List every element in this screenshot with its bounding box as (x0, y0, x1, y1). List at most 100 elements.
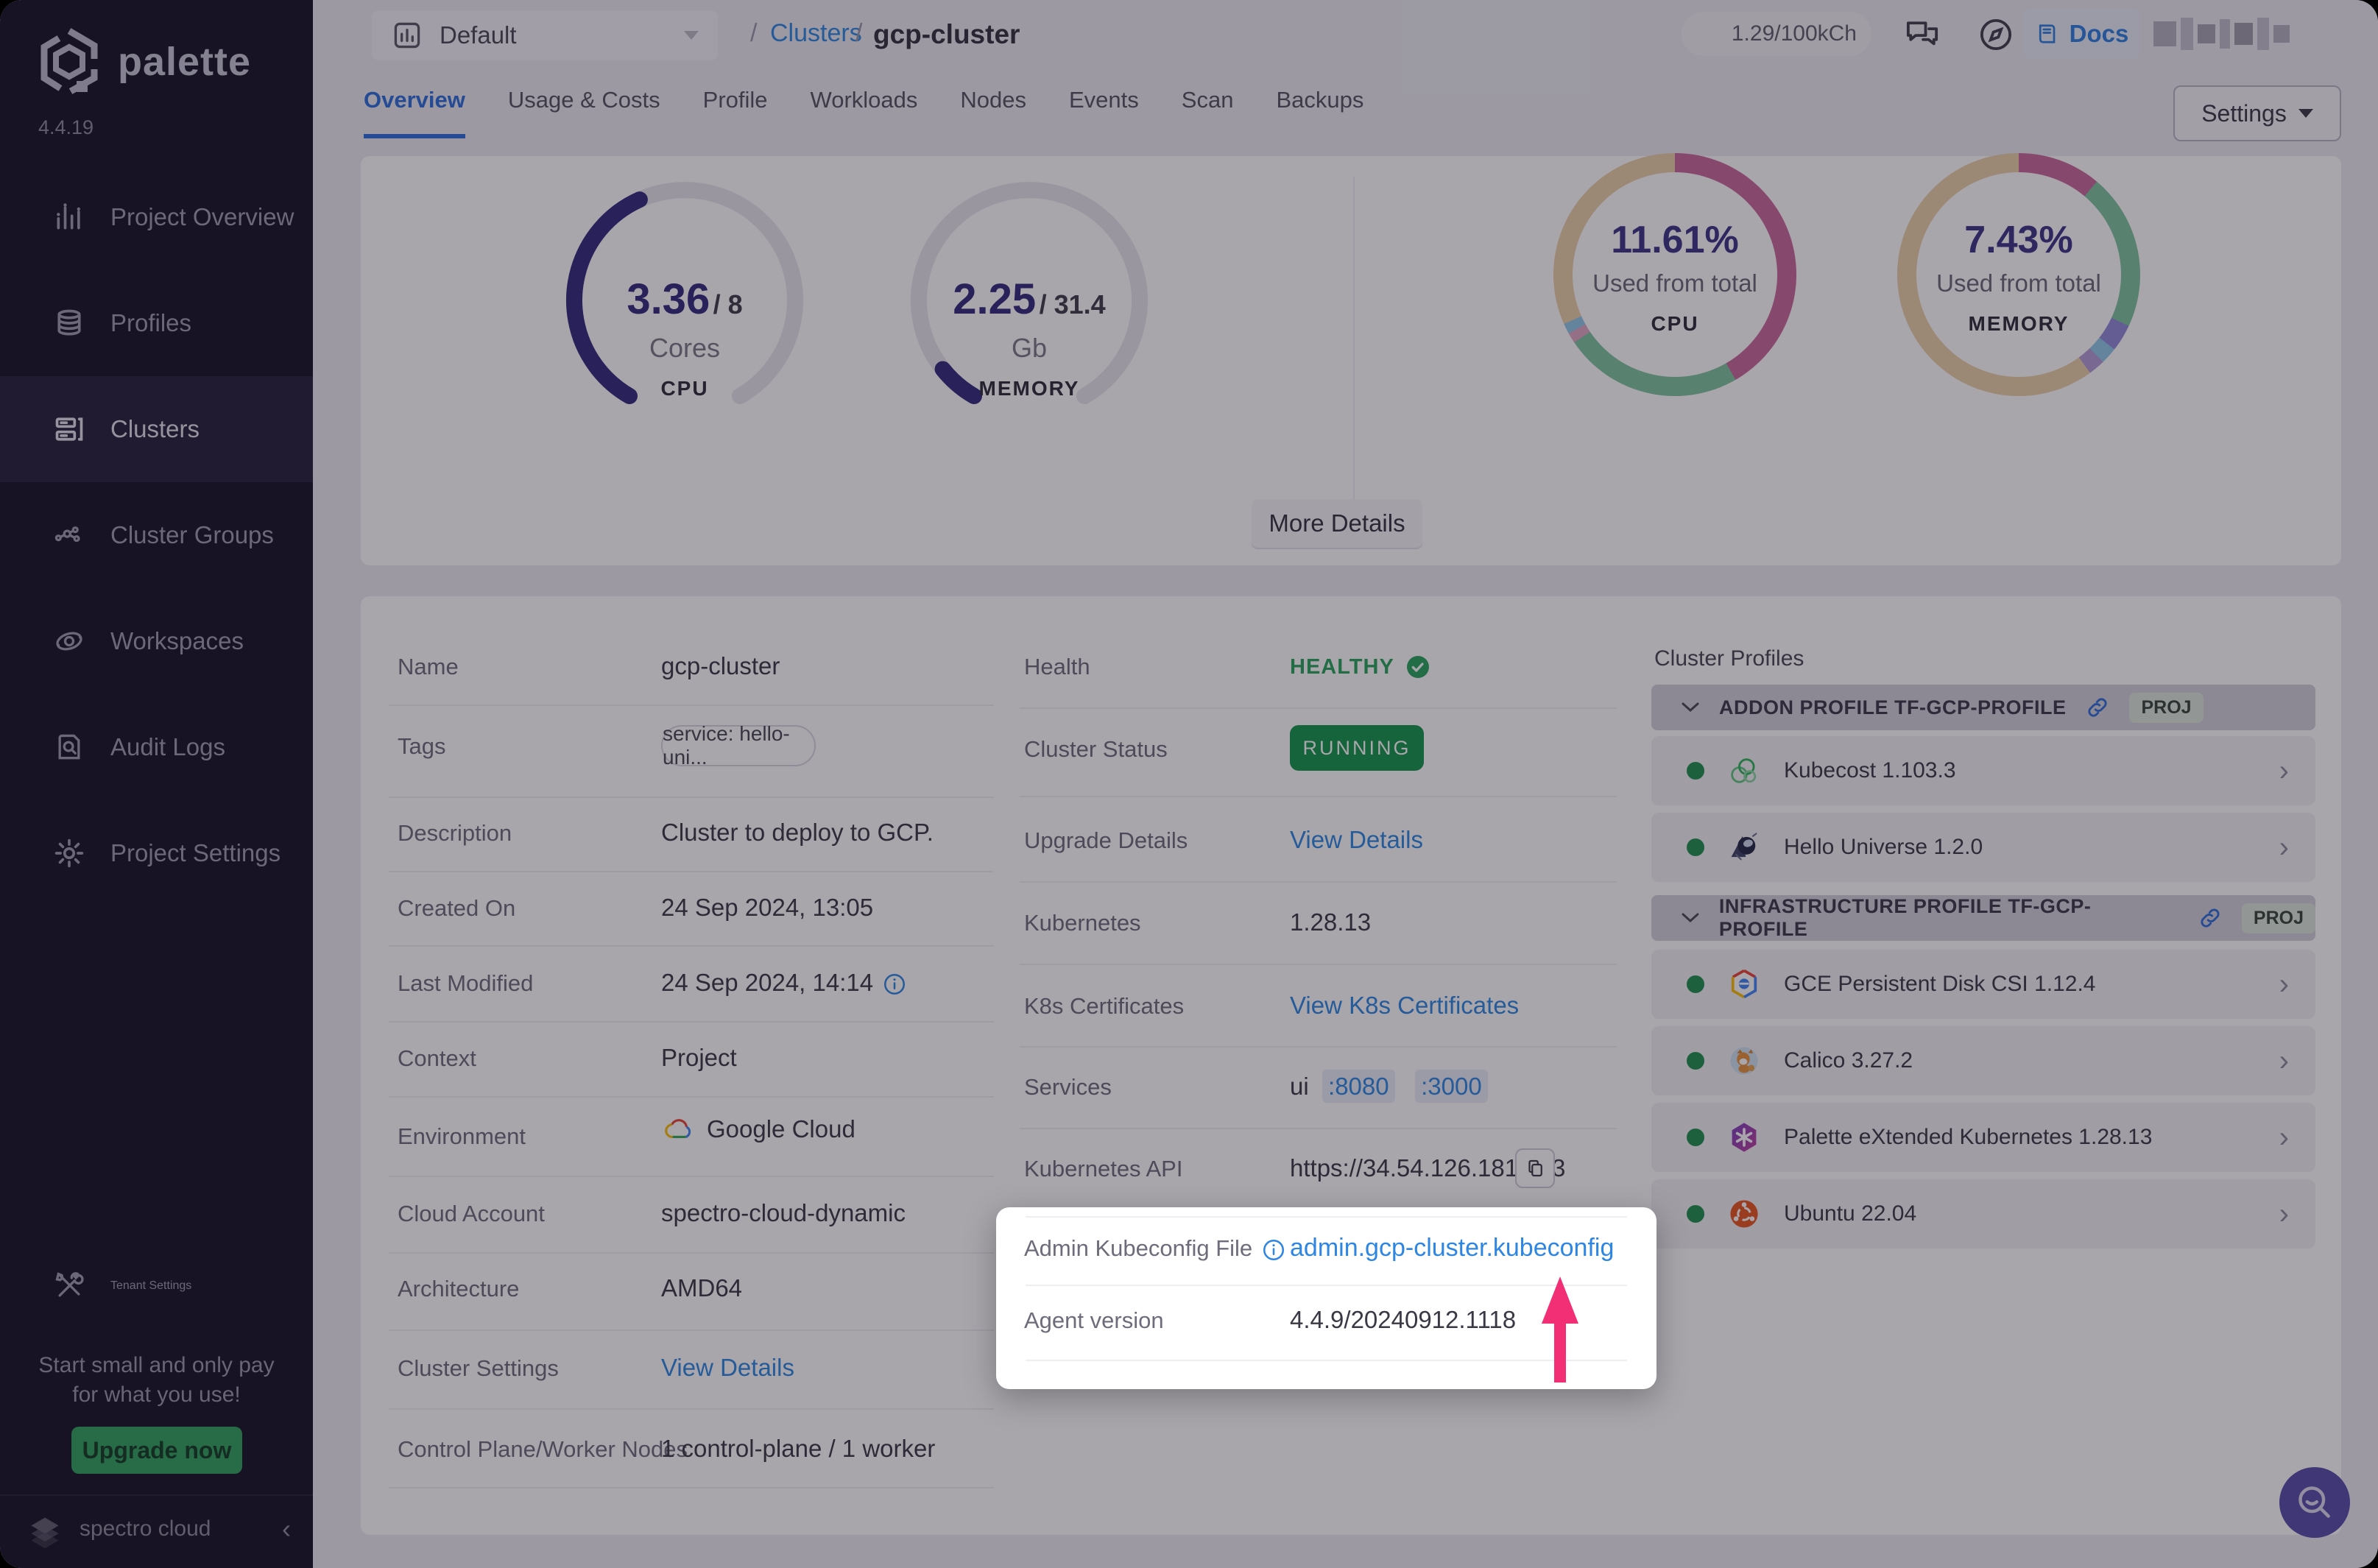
tab-events[interactable]: Events (1069, 87, 1139, 138)
last-modified-value: 24 Sep 2024, 14:14 (661, 969, 907, 997)
docs-label: Docs (2070, 20, 2129, 48)
sidebar-item-clusters[interactable]: Clusters (0, 376, 313, 482)
breadcrumb-current: gcp-cluster (873, 19, 1020, 50)
gear-icon (53, 837, 85, 869)
cluster-tabs: Overview Usage & Costs Profile Workloads… (364, 87, 1363, 138)
sidebar-item-workspaces[interactable]: Workspaces (0, 588, 313, 694)
audit-icon (53, 731, 85, 763)
healthy-check-icon (1405, 654, 1431, 680)
environment-label: Environment (398, 1123, 526, 1150)
gce-disk-logo (1726, 967, 1762, 1002)
tools-icon (53, 1270, 85, 1302)
memory-used-value: 2.25 (953, 275, 1036, 323)
context-label: Context (398, 1045, 476, 1072)
tab-usage-costs[interactable]: Usage & Costs (508, 87, 660, 138)
tab-nodes[interactable]: Nodes (960, 87, 1026, 138)
cluster-profiles-title: Cluster Profiles (1654, 646, 1804, 671)
tab-scan[interactable]: Scan (1182, 87, 1234, 138)
tab-backups[interactable]: Backups (1276, 87, 1363, 138)
sidebar-nav: Project Overview Profiles Clusters Clust… (0, 164, 313, 906)
name-value: gcp-cluster (661, 652, 780, 680)
cloud-account-value: spectro-cloud-dynamic (661, 1199, 906, 1227)
help-compass-icon[interactable] (1976, 15, 2016, 54)
cpu-total-value: / 8 (713, 289, 743, 319)
service-port-8080[interactable]: :8080 (1322, 1070, 1395, 1103)
profile-item-gce-disk[interactable]: GCE Persistent Disk CSI 1.12.4 › (1651, 950, 2315, 1019)
collapse-sidebar-icon[interactable]: ‹ (282, 1514, 291, 1544)
palette-logo-icon (32, 25, 106, 99)
copy-icon (1524, 1157, 1546, 1179)
chevron-right-icon: › (2279, 1045, 2289, 1078)
row-divider (1020, 796, 1617, 797)
info-icon[interactable] (882, 972, 907, 997)
chevron-down-icon (1681, 911, 1700, 925)
cpu-gauge: 3.36 / 8 Cores CPU (560, 175, 810, 425)
sidebar: palette 4.4.19 Project Overview Profiles… (0, 0, 313, 1568)
chevron-down-icon (684, 31, 699, 40)
k8s-certificates-link[interactable]: View K8s Certificates (1290, 992, 1519, 1020)
search-fab-button[interactable] (2279, 1467, 2350, 1538)
sidebar-item-label: Project Overview (110, 203, 294, 231)
description-label: Description (398, 820, 512, 847)
status-dot (1687, 838, 1704, 856)
metrics-divider (1353, 177, 1355, 545)
sidebar-item-cluster-groups[interactable]: Cluster Groups (0, 482, 313, 588)
row-divider (1026, 1216, 1627, 1218)
memory-donut-subtitle: Used from total (1897, 269, 2140, 297)
row-divider (389, 1252, 994, 1254)
service-port-3000[interactable]: :3000 (1415, 1070, 1488, 1103)
tab-overview[interactable]: Overview (364, 87, 465, 138)
docs-button[interactable]: Docs (2023, 9, 2139, 59)
project-selector[interactable]: Default (372, 10, 718, 60)
row-divider (389, 1096, 994, 1098)
k8s-certificates-label: K8s Certificates (1024, 993, 1184, 1020)
kubernetes-api-label: Kubernetes API (1024, 1156, 1182, 1182)
profile-item-calico[interactable]: Calico 3.27.2 › (1651, 1026, 2315, 1095)
upgrade-details-link[interactable]: View Details (1290, 826, 1423, 854)
upgrade-now-button[interactable]: Upgrade now (71, 1427, 242, 1474)
sidebar-item-project-settings[interactable]: Project Settings (0, 800, 313, 906)
sidebar-item-label: Profiles (110, 309, 191, 337)
sidebar-item-tenant-settings[interactable]: Tenant Settings (0, 1233, 313, 1339)
chat-icon[interactable] (1902, 15, 1942, 54)
cpu-donut-percent: 11.61% (1553, 218, 1796, 262)
tab-profile[interactable]: Profile (703, 87, 768, 138)
kubernetes-label: Kubernetes (1024, 910, 1141, 936)
more-details-button[interactable]: More Details (1252, 499, 1422, 548)
search-smile-icon (2296, 1483, 2334, 1522)
sidebar-item-label: Project Settings (110, 839, 281, 867)
layers-icon (53, 307, 85, 339)
copy-api-button[interactable] (1515, 1148, 1555, 1188)
row-divider (389, 945, 994, 947)
chevron-right-icon: › (2279, 968, 2289, 1001)
tab-workloads[interactable]: Workloads (811, 87, 918, 138)
row-divider (389, 1021, 994, 1023)
infrastructure-profile-section-header[interactable]: INFRASTRUCTURE PROFILE TF-GCP-PROFILE PR… (1651, 895, 2315, 941)
info-icon[interactable] (1261, 1237, 1286, 1262)
profile-item-pxk[interactable]: Palette eXtended Kubernetes 1.28.13 › (1651, 1103, 2315, 1172)
cluster-status-badge[interactable]: RUNNING (1290, 725, 1424, 771)
cluster-status-label: Cluster Status (1024, 736, 1168, 763)
profile-item-ubuntu[interactable]: Ubuntu 22.04 › (1651, 1179, 2315, 1249)
sidebar-item-audit-logs[interactable]: Audit Logs (0, 694, 313, 800)
spectro-cloud-logo-icon (22, 1506, 68, 1552)
sidebar-item-profiles[interactable]: Profiles (0, 270, 313, 376)
breadcrumb-clusters-link[interactable]: Clusters (770, 19, 862, 48)
bar-chart-icon (53, 201, 85, 233)
cpu-donut-label: CPU (1553, 312, 1796, 336)
profile-item-kubecost[interactable]: Kubecost 1.103.3 › (1651, 736, 2315, 805)
sidebar-item-label: Tenant Settings (110, 1279, 191, 1293)
status-dot (1687, 975, 1704, 993)
architecture-value: AMD64 (661, 1274, 742, 1302)
profile-item-hello-universe[interactable]: Hello Universe 1.2.0 › (1651, 813, 2315, 882)
breadcrumb-separator2: / (855, 19, 862, 48)
sidebar-divider (0, 1494, 313, 1496)
cluster-settings-link[interactable]: View Details (661, 1354, 794, 1382)
admin-kubeconfig-link[interactable]: admin.gcp-cluster.kubeconfig (1290, 1234, 1614, 1262)
user-account-redacted[interactable] (2153, 16, 2290, 52)
profile-item-name: GCE Persistent Disk CSI 1.12.4 (1784, 972, 2257, 997)
tag-pill[interactable]: service: hello-uni... (661, 725, 816, 766)
sidebar-item-project-overview[interactable]: Project Overview (0, 164, 313, 270)
addon-profile-section-header[interactable]: ADDON PROFILE TF-GCP-PROFILE PROJ (1651, 685, 2315, 730)
settings-button[interactable]: Settings (2173, 85, 2341, 141)
